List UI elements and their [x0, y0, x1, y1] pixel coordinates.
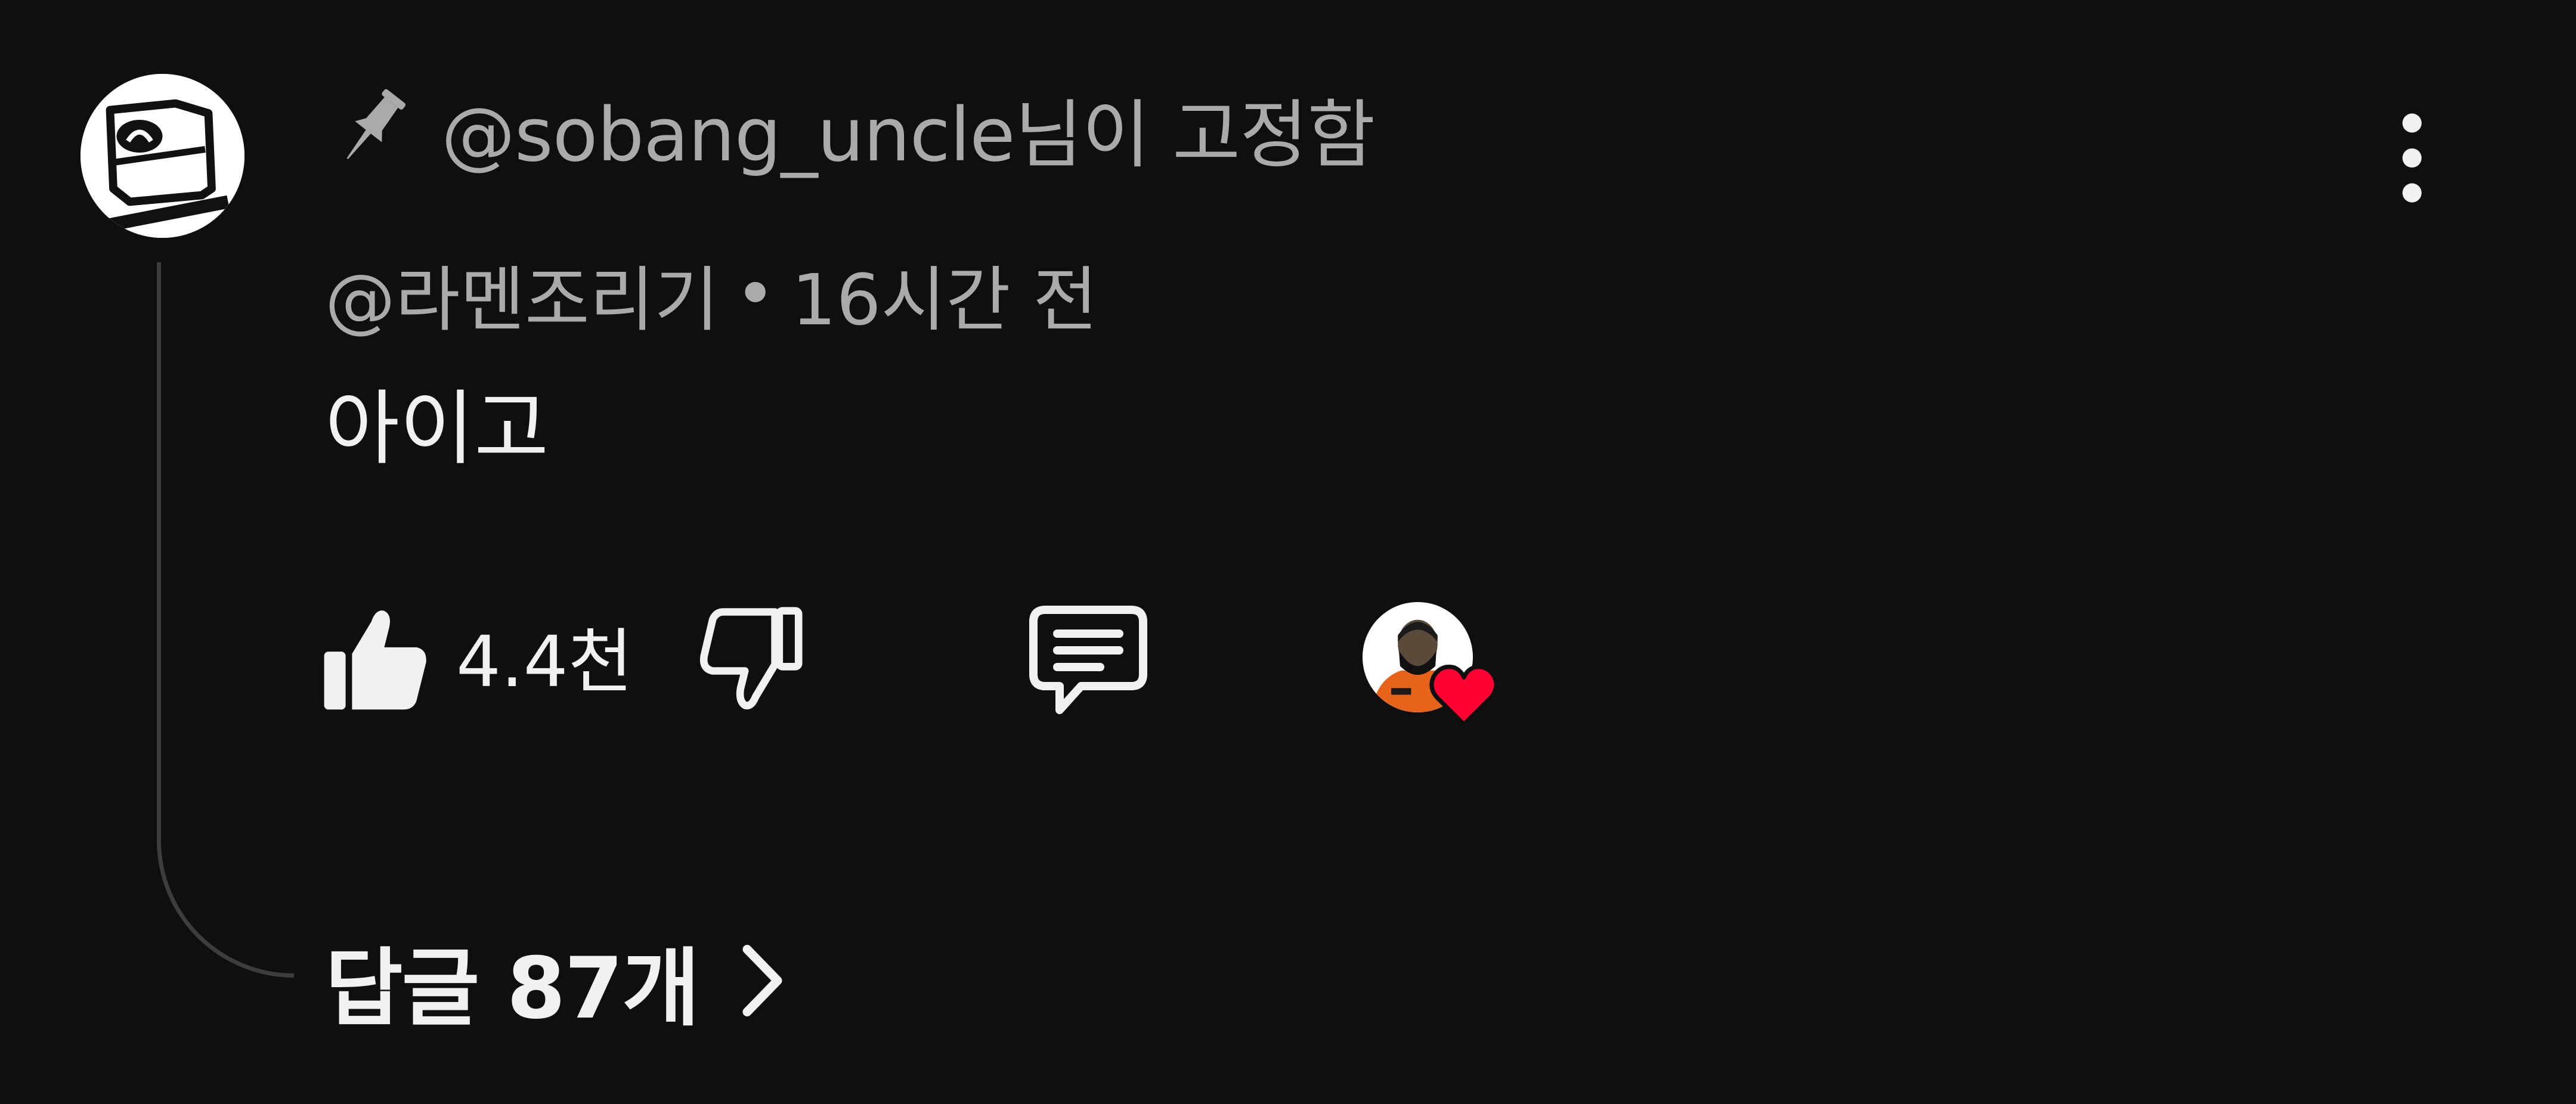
pin-icon	[346, 89, 406, 159]
author-handle[interactable]: @라멘조리기	[325, 243, 719, 345]
more-options-icon[interactable]	[2376, 107, 2448, 209]
comment-body: 아이고	[325, 382, 549, 476]
pinned-by-label: @sobang_uncle님이 고정함	[441, 92, 1375, 178]
pinned-indicator: @sobang_uncle님이 고정함	[334, 77, 1375, 179]
creator-heart-badge	[1363, 602, 1512, 733]
replies-count-label: 답글 87개	[325, 939, 700, 1038]
chevron-right-icon	[742, 945, 782, 1016]
thumbs-down-icon[interactable]	[698, 605, 805, 715]
heart-icon	[1429, 665, 1498, 727]
comment-meta: @라멘조리기 • 16시간 전	[325, 244, 1098, 343]
meta-separator: •	[734, 252, 776, 335]
pinned-comment: @sobang_uncle님이 고정함 @라멘조리기 • 16시간 전 아이고 …	[0, 0, 2576, 1104]
author-avatar-image	[80, 74, 244, 238]
author-avatar[interactable]	[80, 74, 244, 238]
thumbs-up-icon[interactable]	[322, 605, 429, 715]
comment-timestamp[interactable]: 16시간 전	[791, 243, 1097, 345]
like-count: 4.4천	[456, 621, 633, 703]
view-replies-button[interactable]: 답글 87개	[325, 927, 788, 1038]
thread-connector	[157, 262, 294, 978]
comment-icon[interactable]	[1029, 605, 1148, 718]
